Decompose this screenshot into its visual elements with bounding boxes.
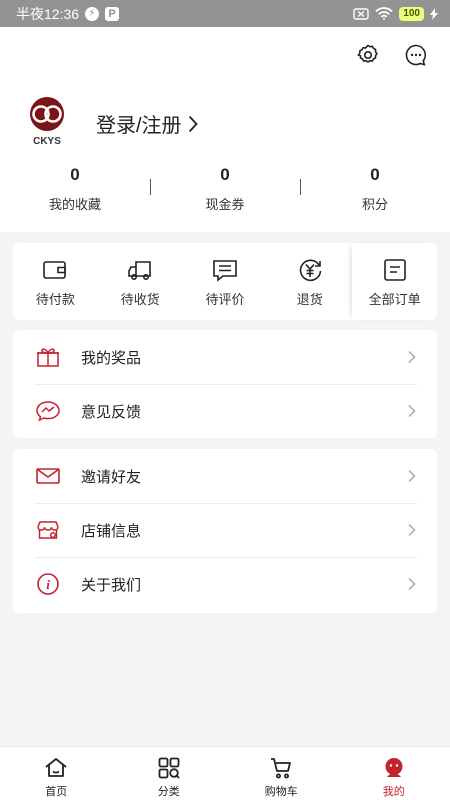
orders-card: 待付款 待收货 待评价 退货 全部订单 <box>13 243 437 320</box>
tab-profile[interactable]: 我的 <box>338 747 450 800</box>
menu-item-label: 意见反馈 <box>81 403 142 421</box>
order-pending-payment[interactable]: 待付款 <box>13 243 98 320</box>
order-label: 全部订单 <box>368 292 421 307</box>
stat-label: 现金券 <box>205 197 245 212</box>
chevron-right-icon <box>408 577 416 591</box>
stat-value: 0 <box>370 165 380 184</box>
menu-item-label: 店铺信息 <box>81 522 142 540</box>
home-icon <box>45 758 67 777</box>
order-pending-receipt[interactable]: 待收货 <box>98 243 183 320</box>
order-label: 退货 <box>296 292 323 307</box>
menu-item-label: 邀请好友 <box>81 468 142 486</box>
status-bar: 半夜12:36 ⚡ P 100 <box>0 0 450 27</box>
stat-points[interactable]: 0 积分 <box>300 165 450 213</box>
tab-cart[interactable]: 购物车 <box>225 747 338 800</box>
charging-icon <box>430 7 438 20</box>
settings-gear-icon[interactable] <box>356 43 380 67</box>
message-bubble-icon[interactable] <box>404 43 428 67</box>
order-label: 待付款 <box>35 292 75 307</box>
svg-text:i: i <box>46 577 50 592</box>
menu-group-prizes-feedback: 我的奖品 意见反馈 <box>13 330 437 438</box>
menu-item-label: 我的奖品 <box>81 349 142 367</box>
svg-text:CKYS: CKYS <box>33 136 61 147</box>
info-icon: i <box>37 573 59 595</box>
stat-value: 0 <box>220 165 230 184</box>
menu-item-feedback[interactable]: 意见反馈 <box>13 384 437 438</box>
order-label: 待收货 <box>120 292 160 307</box>
stat-favorites[interactable]: 0 我的收藏 <box>0 165 150 213</box>
menu-group-invite-store-about: 邀请好友 店铺信息 i 关于我们 <box>13 449 437 613</box>
bottom-tab-bar: 首页 分类 购物车 我的 <box>0 746 450 800</box>
status-time: 半夜12:36 <box>16 5 80 22</box>
stat-cash-coupons[interactable]: 0 现金券 <box>150 165 300 213</box>
cart-icon <box>271 758 292 779</box>
chevron-right-icon <box>408 523 416 537</box>
profile-icon <box>385 758 403 777</box>
chevron-right-icon <box>408 469 416 483</box>
order-all[interactable]: 全部订单 <box>352 243 437 320</box>
stats-row: 0 我的收藏 0 现金券 0 积分 <box>0 165 450 213</box>
gift-icon <box>37 348 59 367</box>
tab-category[interactable]: 分类 <box>113 747 226 800</box>
yuan-return-icon <box>299 259 322 282</box>
truck-icon <box>128 261 151 280</box>
login-register-label: 登录/注册 <box>96 115 182 137</box>
stat-value: 0 <box>70 165 80 184</box>
parking-notification-icon: P <box>105 6 120 21</box>
menu-item-my-prizes[interactable]: 我的奖品 <box>13 330 437 384</box>
stat-label: 我的收藏 <box>48 197 101 212</box>
battery-level: 100 <box>399 6 424 21</box>
chevron-right-icon <box>408 404 416 418</box>
tab-label: 首页 <box>45 786 68 798</box>
login-register-link[interactable]: 登录/注册 <box>96 109 198 138</box>
wifi-icon <box>375 7 393 20</box>
feedback-icon <box>36 401 60 422</box>
tab-home[interactable]: 首页 <box>0 747 113 800</box>
tab-label: 分类 <box>157 786 180 798</box>
category-icon <box>158 757 180 779</box>
chevron-right-icon <box>188 115 198 132</box>
stat-label: 积分 <box>361 197 388 212</box>
tab-label: 购物车 <box>264 786 298 798</box>
wallet-icon <box>43 261 67 279</box>
tab-label: 我的 <box>382 786 405 798</box>
order-label: 待评价 <box>205 292 245 307</box>
chevron-right-icon <box>408 350 416 364</box>
order-returns[interactable]: 退货 <box>267 243 352 320</box>
menu-item-store-info[interactable]: 店铺信息 <box>13 503 437 557</box>
store-icon <box>37 521 59 539</box>
order-pending-review[interactable]: 待评价 <box>183 243 268 320</box>
ckys-logo: CKYS <box>24 95 70 147</box>
menu-item-invite-friends[interactable]: 邀请好友 <box>13 449 437 503</box>
menu-item-label: 关于我们 <box>81 576 142 594</box>
order-list-icon <box>383 259 406 281</box>
mail-icon <box>36 468 60 484</box>
menu-item-about-us[interactable]: i 关于我们 <box>13 557 437 611</box>
comment-icon <box>213 260 237 282</box>
shield-notification-icon: ⚡ <box>85 6 100 21</box>
sim-off-icon <box>353 7 370 20</box>
profile-header: CKYS 登录/注册 0 我的收藏 0 现金券 0 积分 <box>0 27 450 232</box>
